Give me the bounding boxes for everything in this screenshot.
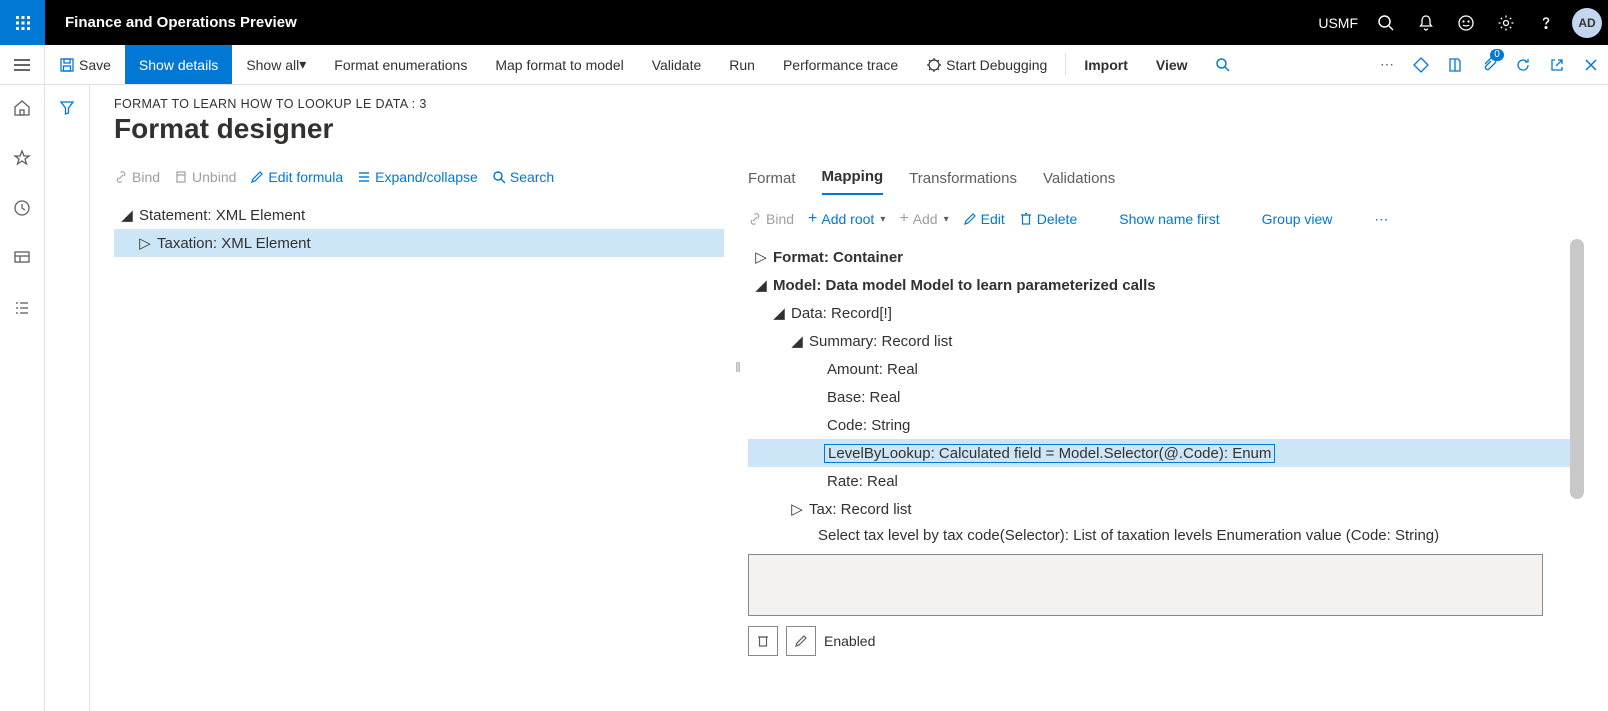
tree-node-model[interactable]: ◢Model: Data model Model to learn parame…: [748, 271, 1574, 299]
gear-icon[interactable]: [1486, 0, 1526, 45]
bind-button[interactable]: Bind: [114, 169, 160, 185]
bind-button-right[interactable]: Bind: [748, 211, 794, 227]
tree-node-amount[interactable]: ·Amount: Real: [748, 355, 1574, 383]
expand-collapse-button[interactable]: Expand/collapse: [357, 169, 478, 185]
tree-node-levelbylookup[interactable]: ·LevelByLookup: Calculated field = Model…: [748, 439, 1574, 467]
map-format-to-model-button[interactable]: Map format to model: [481, 45, 637, 84]
funnel-icon[interactable]: [45, 93, 90, 123]
expand-icon[interactable]: ◢: [788, 332, 806, 350]
enabled-label: Enabled: [824, 633, 875, 649]
run-button[interactable]: Run: [715, 45, 769, 84]
formula-display[interactable]: [748, 554, 1543, 616]
nav-rail: [0, 85, 45, 711]
data-source-tree[interactable]: ▷Format: Container ◢Model: Data model Mo…: [748, 243, 1574, 523]
expand-icon[interactable]: ◢: [770, 304, 788, 322]
expand-icon[interactable]: ◢: [752, 276, 770, 294]
page-title: Format designer: [114, 113, 1584, 145]
user-avatar[interactable]: AD: [1572, 8, 1602, 38]
search-icon[interactable]: [1366, 0, 1406, 45]
clock-icon[interactable]: [0, 193, 45, 223]
home-icon[interactable]: [0, 93, 45, 123]
collapse-icon[interactable]: ▷: [136, 234, 154, 252]
popout-icon[interactable]: [1540, 45, 1574, 84]
edit-button[interactable]: Edit: [963, 211, 1005, 227]
start-debugging-button[interactable]: Start Debugging: [912, 45, 1061, 84]
add-root-button[interactable]: +Add root▾: [808, 211, 885, 227]
tab-format[interactable]: Format: [748, 170, 796, 195]
view-button[interactable]: View: [1142, 45, 1202, 84]
tree-node-format-container[interactable]: ▷Format: Container: [748, 243, 1574, 271]
app-topbar: Finance and Operations Preview USMF AD: [0, 0, 1608, 45]
tree-node-rate[interactable]: ·Rate: Real: [748, 467, 1574, 495]
save-button[interactable]: Save: [45, 45, 125, 84]
show-name-first-button[interactable]: Show name first: [1119, 211, 1219, 227]
add-button[interactable]: +Add▾: [899, 211, 948, 227]
delete-formula-button[interactable]: [748, 626, 778, 656]
unbind-button[interactable]: Unbind: [174, 169, 236, 185]
tree-node-base[interactable]: ·Base: Real: [748, 383, 1574, 411]
more-icon[interactable]: ⋯: [1370, 45, 1404, 84]
modules-icon[interactable]: [0, 293, 45, 323]
selector-description: Select tax level by tax code(Selector): …: [748, 523, 1574, 554]
tab-transformations[interactable]: Transformations: [909, 170, 1017, 195]
save-label: Save: [79, 57, 111, 73]
tree-node-data[interactable]: ◢Data: Record[!]: [748, 299, 1574, 327]
group-view-button[interactable]: Group view: [1262, 211, 1333, 227]
close-icon[interactable]: [1574, 45, 1608, 84]
format-tree[interactable]: ◢ Statement: XML Element ▷ Taxation: XML…: [114, 201, 724, 257]
edit-formula-button[interactable]: Edit formula: [250, 169, 343, 185]
tree-node-summary[interactable]: ◢Summary: Record list: [748, 327, 1574, 355]
more-actions-icon[interactable]: ⋯: [1374, 211, 1388, 228]
attach-badge: 0: [1490, 49, 1504, 61]
show-details-button[interactable]: Show details: [125, 45, 232, 84]
company-code[interactable]: USMF: [1318, 15, 1358, 31]
book-icon[interactable]: [1438, 45, 1472, 84]
tab-mapping[interactable]: Mapping: [822, 168, 884, 195]
command-bar: Save Show details Show all▾ Format enume…: [0, 45, 1608, 85]
tree-node-statement[interactable]: ◢ Statement: XML Element: [114, 201, 724, 229]
format-tree-pane: Bind Unbind Edit formula Expand/collapse…: [114, 159, 724, 711]
collapse-icon[interactable]: ▷: [788, 500, 806, 518]
tab-validations[interactable]: Validations: [1043, 170, 1115, 195]
delete-button[interactable]: Delete: [1019, 211, 1077, 227]
splitter-handle[interactable]: ‖: [730, 359, 746, 375]
app-title: Finance and Operations Preview: [45, 14, 317, 31]
diamond-icon[interactable]: [1404, 45, 1438, 84]
collapse-icon[interactable]: ▷: [752, 248, 770, 266]
attach-icon[interactable]: 0: [1472, 45, 1506, 84]
hamburger-icon[interactable]: [0, 45, 45, 84]
filter-rail: [45, 85, 90, 711]
star-icon[interactable]: [0, 143, 45, 173]
breadcrumb: FORMAT TO LEARN HOW TO LOOKUP LE DATA : …: [114, 97, 1584, 111]
edit-formula-button-small[interactable]: [786, 626, 816, 656]
mapping-pane: ‖ Format Mapping Transformations Validat…: [748, 159, 1584, 711]
refresh-icon[interactable]: [1506, 45, 1540, 84]
expand-icon[interactable]: ◢: [118, 206, 136, 224]
validate-button[interactable]: Validate: [638, 45, 716, 84]
workspace-icon[interactable]: [0, 243, 45, 273]
bell-icon[interactable]: [1406, 0, 1446, 45]
import-button[interactable]: Import: [1070, 45, 1142, 84]
app-launcher-icon[interactable]: [0, 0, 45, 45]
search-command-icon[interactable]: [1206, 45, 1240, 84]
tree-node-tax[interactable]: ▷Tax: Record list: [748, 495, 1574, 523]
performance-trace-button[interactable]: Performance trace: [769, 45, 912, 84]
search-button[interactable]: Search: [492, 169, 554, 185]
format-enumerations-button[interactable]: Format enumerations: [320, 45, 481, 84]
help-icon[interactable]: [1526, 0, 1566, 45]
tree-node-code[interactable]: ·Code: String: [748, 411, 1574, 439]
scrollbar[interactable]: [1570, 239, 1584, 499]
tree-node-taxation[interactable]: ▷ Taxation: XML Element: [114, 229, 724, 257]
smile-icon[interactable]: [1446, 0, 1486, 45]
show-all-button[interactable]: Show all▾: [232, 45, 320, 84]
